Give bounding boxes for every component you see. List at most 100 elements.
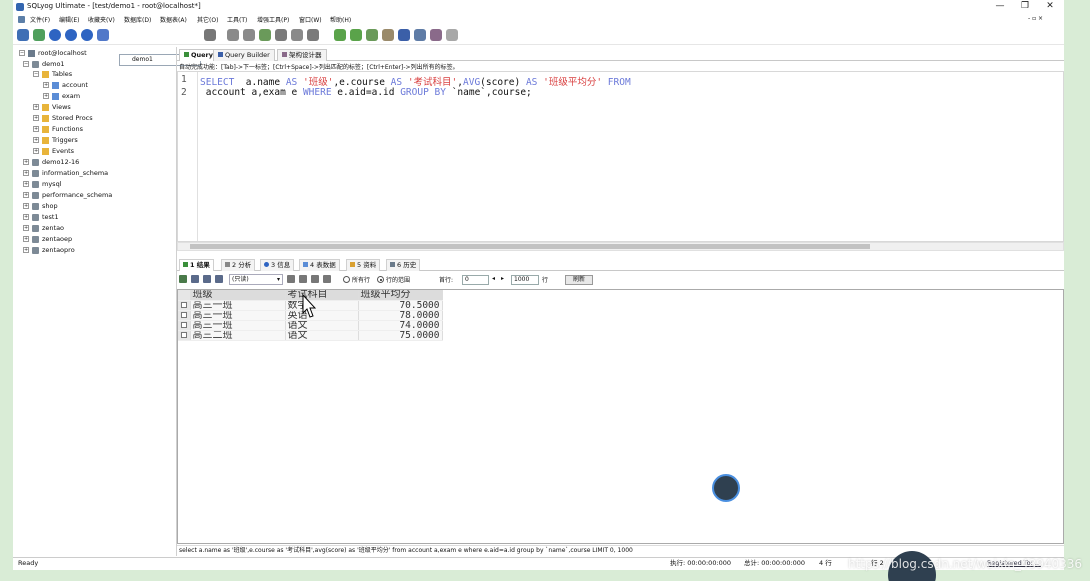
expand-icon[interactable]: + [33,115,39,121]
history-icon[interactable] [414,29,426,41]
mdi-window-controls[interactable]: - ▫ × [1028,15,1043,22]
tab-query-builder[interactable]: Query Builder [213,49,275,61]
expand-icon[interactable]: + [23,214,29,220]
expand-icon[interactable]: + [33,104,39,110]
table-cell[interactable]: 高三一班 [190,310,286,321]
import-icon[interactable] [307,29,319,41]
format-query-icon[interactable] [446,29,458,41]
tree-item-functions[interactable]: + Functions [33,124,83,134]
row-selector[interactable] [178,310,191,321]
table-row[interactable]: 高三二班 语文 75.0000 [178,330,443,341]
copy-database-icon[interactable] [227,29,239,41]
scrollbar-thumb[interactable] [190,244,870,249]
query-profiler-icon[interactable] [366,29,378,41]
tab-info[interactable]: 5 资料 [346,259,381,271]
expand-icon[interactable]: + [43,93,49,99]
restore-icon[interactable] [291,29,303,41]
tree-item-demo1[interactable]: − demo1 [23,59,65,69]
table-cell[interactable]: 78.0000 [358,310,443,321]
tree-item-database[interactable]: + information_schema [23,168,108,178]
preferences-icon[interactable] [430,29,442,41]
menu-table[interactable]: 数据表(A) [160,15,187,24]
new-query-icon[interactable] [49,29,61,41]
schema-designer-icon[interactable] [382,29,394,41]
collapse-icon[interactable]: − [23,61,29,67]
text-view-icon[interactable] [215,275,223,283]
table-cell[interactable]: 高三一班 [190,300,286,311]
tree-item-database[interactable]: + zentaoep [23,234,72,244]
tree-item-database[interactable]: + shop [23,201,58,211]
table-cell[interactable]: 高三一班 [190,320,286,331]
open-file-icon[interactable] [65,29,77,41]
table-row[interactable]: 高三一班 语文 74.0000 [178,320,443,331]
connect-icon[interactable] [17,29,29,41]
tree-item-database[interactable]: + test1 [23,212,59,222]
save-file-icon[interactable] [81,29,93,41]
expand-icon[interactable]: + [23,170,29,176]
tree-item-views[interactable]: + Views [33,102,71,112]
expand-icon[interactable]: + [23,159,29,165]
expand-icon[interactable]: + [23,192,29,198]
menu-file[interactable]: 文件(F) [30,15,50,24]
tree-item-triggers[interactable]: + Triggers [33,135,78,145]
tab-messages[interactable]: 3 信息 [260,259,295,271]
row-count-input[interactable]: 1000 [511,275,539,285]
menu-edit[interactable]: 编辑(E) [59,15,79,24]
first-row-input[interactable]: 0 [462,275,489,285]
tab-history[interactable]: 6 历史 [386,259,421,271]
expand-icon[interactable]: + [23,225,29,231]
copy-icon[interactable] [191,275,199,283]
menu-other[interactable]: 其它(O) [197,15,218,24]
readonly-select[interactable]: (只读) ▾ [229,274,283,285]
tab-table-data[interactable]: 4 表数据 [299,259,340,271]
all-rows-radio[interactable]: 所有行 [343,275,370,284]
execute-query-icon[interactable] [97,29,109,41]
table-cell[interactable]: 语文 [285,320,359,331]
sql-editor[interactable]: 1 2 SELECT a.name AS '班级',e.course AS '考… [177,71,1064,242]
refresh-button[interactable]: 刷新 [565,275,593,285]
tab-result[interactable]: 1 结果 [179,259,214,271]
column-header[interactable]: 考试科目 [285,290,359,301]
menu-tools[interactable]: 工具(T) [227,15,247,24]
result-grid[interactable]: 班级 考试科目 班级平均分 高三一班 数学 70.5000 高三一班 英语 78… [177,289,1064,544]
export-icon[interactable] [179,275,187,283]
backup-icon[interactable] [275,29,287,41]
expand-icon[interactable]: + [43,82,49,88]
tree-item-account[interactable]: + account [43,80,88,90]
row-selector[interactable] [178,320,191,331]
menu-power-tools[interactable]: 增强工具(P) [257,15,289,24]
table-cell[interactable]: 75.0000 [358,330,443,341]
table-cell[interactable]: 74.0000 [358,320,443,331]
tree-item-database[interactable]: + demo12-16 [23,157,79,167]
tree-item-database[interactable]: + zentao [23,223,64,233]
row-selector[interactable] [178,300,191,311]
tree-root[interactable]: − root@localhost [19,48,87,58]
data-sync-icon[interactable] [259,29,271,41]
save-row-icon[interactable] [299,275,307,283]
row-range-radio[interactable]: 行的范围 [377,275,410,284]
delete-row-icon[interactable] [311,275,319,283]
schema-sync-icon[interactable] [243,29,255,41]
tree-item-database[interactable]: + performance_schema [23,190,112,200]
tree-item-exam[interactable]: + exam [43,91,80,101]
table-cell[interactable]: 语文 [285,330,359,341]
minimize-button[interactable]: — [993,1,1007,12]
tree-item-database[interactable]: + zentaopro [23,245,75,255]
prev-page-icon[interactable]: ◂ [492,275,495,282]
query-builder-icon[interactable] [398,29,410,41]
menu-help[interactable]: 帮助(H) [330,15,351,24]
notification-icon[interactable] [350,29,362,41]
scheduled-job-icon[interactable] [334,29,346,41]
next-page-icon[interactable]: ▸ [501,275,504,282]
column-header[interactable]: 班级平均分 [358,290,443,301]
expand-icon[interactable]: + [33,137,39,143]
tree-item-database[interactable]: + mysql [23,179,62,189]
grid-view-icon[interactable] [203,275,211,283]
table-cell[interactable]: 数学 [285,300,359,311]
menu-window[interactable]: 窗口(W) [299,15,322,24]
tree-item-events[interactable]: + Events [33,146,74,156]
expand-icon[interactable]: + [23,181,29,187]
user-manager-icon[interactable] [204,29,216,41]
collapse-icon[interactable]: − [33,71,39,77]
floating-avatar[interactable] [712,474,740,502]
